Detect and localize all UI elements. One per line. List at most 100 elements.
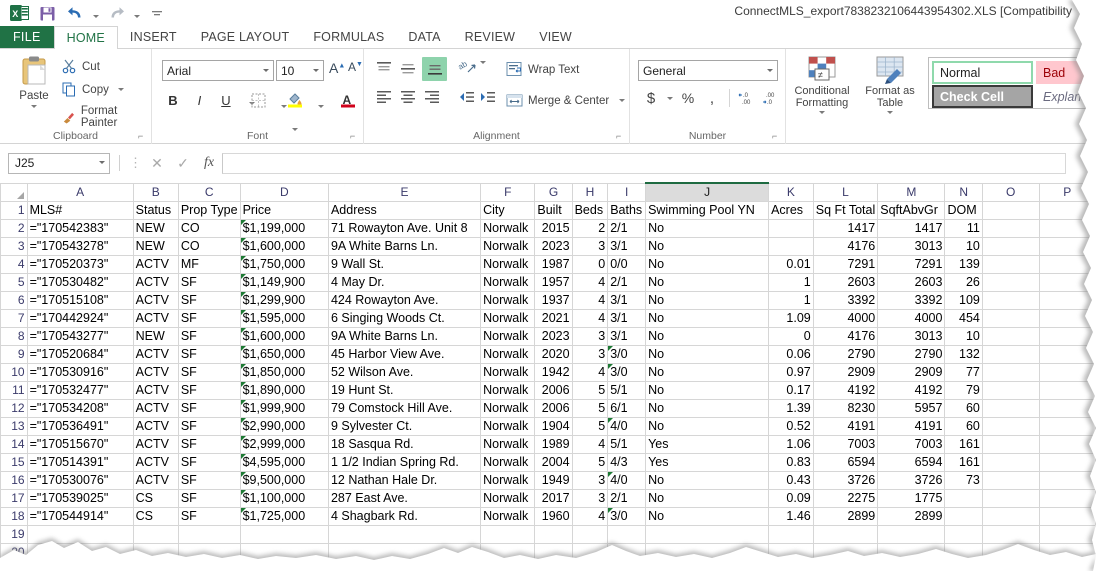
row-header-14[interactable]: 14 <box>1 435 28 453</box>
cell-P19[interactable] <box>1039 525 1096 543</box>
cell-M16[interactable]: 3726 <box>878 471 945 489</box>
cell-K17[interactable]: 0.09 <box>769 489 814 507</box>
tab-view[interactable]: VIEW <box>527 26 584 48</box>
cell-I17[interactable]: 2/1 <box>608 489 646 507</box>
cell-D17[interactable]: $1,100,000 <box>240 489 328 507</box>
cell-K13[interactable]: 0.52 <box>769 417 814 435</box>
row-header-15[interactable]: 15 <box>1 453 28 471</box>
cell-J18[interactable]: No <box>646 507 769 525</box>
cell-N7[interactable]: 454 <box>945 309 982 327</box>
font-dialog-launcher-icon[interactable]: ⌐ <box>350 132 359 141</box>
cell-F8[interactable]: Norwalk <box>481 327 535 345</box>
cell-F21[interactable] <box>481 561 535 571</box>
cell-O1[interactable] <box>982 201 1039 219</box>
cell-H16[interactable]: 3 <box>572 471 608 489</box>
cell-B10[interactable]: ACTV <box>133 363 178 381</box>
redo-dropdown-icon[interactable] <box>131 2 142 24</box>
underline-button[interactable]: U <box>215 89 237 111</box>
merge-center-dropdown-icon[interactable] <box>619 99 625 102</box>
column-header-H[interactable]: H <box>572 183 608 201</box>
row-header-6[interactable]: 6 <box>1 291 28 309</box>
cell-G1[interactable]: Built <box>535 201 572 219</box>
row-header-5[interactable]: 5 <box>1 273 28 291</box>
cell-N17[interactable] <box>945 489 982 507</box>
cell-A1[interactable]: MLS# <box>27 201 133 219</box>
cell-I20[interactable] <box>608 543 646 561</box>
column-header-A[interactable]: A <box>27 183 133 201</box>
cell-D7[interactable]: $1,595,000 <box>240 309 328 327</box>
bottom-align-button[interactable] <box>422 57 447 81</box>
tab-data[interactable]: DATA <box>396 26 452 48</box>
cell-A2[interactable]: ="170542383" <box>27 219 133 237</box>
cell-C1[interactable]: Prop Type <box>178 201 240 219</box>
cell-C11[interactable]: SF <box>178 381 240 399</box>
cell-C4[interactable]: MF <box>178 255 240 273</box>
cell-A20[interactable] <box>27 543 133 561</box>
cell-G2[interactable]: 2015 <box>535 219 572 237</box>
cell-G3[interactable]: 2023 <box>535 237 572 255</box>
cell-P21[interactable] <box>1039 561 1096 571</box>
cell-A19[interactable] <box>27 525 133 543</box>
bold-button[interactable]: B <box>162 89 184 111</box>
cell-H4[interactable]: 0 <box>572 255 608 273</box>
cell-D16[interactable]: $9,500,000 <box>240 471 328 489</box>
cell-L1[interactable]: Sq Ft Total <box>813 201 878 219</box>
cell-J5[interactable]: No <box>646 273 769 291</box>
cell-H6[interactable]: 4 <box>572 291 608 309</box>
cell-G9[interactable]: 2020 <box>535 345 572 363</box>
cell-C8[interactable]: SF <box>178 327 240 345</box>
cell-E19[interactable] <box>328 525 480 543</box>
cell-P8[interactable] <box>1039 327 1096 345</box>
cell-H10[interactable]: 4 <box>572 363 608 381</box>
cell-H8[interactable]: 3 <box>572 327 608 345</box>
cell-F12[interactable]: Norwalk <box>481 399 535 417</box>
merge-center-button[interactable]: Merge & Center <box>506 92 625 109</box>
tab-home[interactable]: HOME <box>54 26 118 49</box>
cell-C18[interactable]: SF <box>178 507 240 525</box>
align-left-button[interactable] <box>374 87 396 109</box>
cell-G15[interactable]: 2004 <box>535 453 572 471</box>
cell-B19[interactable] <box>133 525 178 543</box>
cell-M13[interactable]: 4191 <box>878 417 945 435</box>
cell-B8[interactable]: NEW <box>133 327 178 345</box>
tab-review[interactable]: REVIEW <box>453 26 528 48</box>
row-header-3[interactable]: 3 <box>1 237 28 255</box>
cell-E2[interactable]: 71 Rowayton Ave. Unit 8 <box>328 219 480 237</box>
cell-P12[interactable] <box>1039 399 1096 417</box>
conditional-formatting-dropdown-icon[interactable] <box>819 111 825 114</box>
cell-D5[interactable]: $1,149,900 <box>240 273 328 291</box>
cell-K9[interactable]: 0.06 <box>769 345 814 363</box>
format-painter-button[interactable]: Format Painter <box>62 105 151 129</box>
number-dialog-launcher-icon[interactable]: ⌐ <box>772 132 781 141</box>
cell-B4[interactable]: ACTV <box>133 255 178 273</box>
cell-A5[interactable]: ="170530482" <box>27 273 133 291</box>
cell-D13[interactable]: $2,990,000 <box>240 417 328 435</box>
cell-G21[interactable] <box>535 561 572 571</box>
cell-P18[interactable] <box>1039 507 1096 525</box>
cell-E12[interactable]: 79 Comstock Hill Ave. <box>328 399 480 417</box>
cell-E16[interactable]: 12 Nathan Hale Dr. <box>328 471 480 489</box>
cell-B12[interactable]: ACTV <box>133 399 178 417</box>
cell-L14[interactable]: 7003 <box>813 435 878 453</box>
cell-H11[interactable]: 5 <box>572 381 608 399</box>
cell-M8[interactable]: 3013 <box>878 327 945 345</box>
cell-M19[interactable] <box>878 525 945 543</box>
cell-M5[interactable]: 2603 <box>878 273 945 291</box>
cell-K5[interactable]: 1 <box>769 273 814 291</box>
cell-C3[interactable]: CO <box>178 237 240 255</box>
cell-J10[interactable]: No <box>646 363 769 381</box>
cell-A18[interactable]: ="170544914" <box>27 507 133 525</box>
cell-L8[interactable]: 4176 <box>813 327 878 345</box>
cell-N20[interactable] <box>945 543 982 561</box>
cell-H12[interactable]: 5 <box>572 399 608 417</box>
cell-G10[interactable]: 1942 <box>535 363 572 381</box>
tab-formulas[interactable]: FORMULAS <box>301 26 396 48</box>
cell-F7[interactable]: Norwalk <box>481 309 535 327</box>
cell-N2[interactable]: 11 <box>945 219 982 237</box>
column-header-O[interactable]: O <box>982 183 1039 201</box>
increase-indent-button[interactable] <box>478 87 500 109</box>
cell-O20[interactable] <box>982 543 1039 561</box>
font-size-dropdown-icon[interactable] <box>313 69 319 72</box>
cell-P3[interactable] <box>1039 237 1096 255</box>
cell-E10[interactable]: 52 Wilson Ave. <box>328 363 480 381</box>
